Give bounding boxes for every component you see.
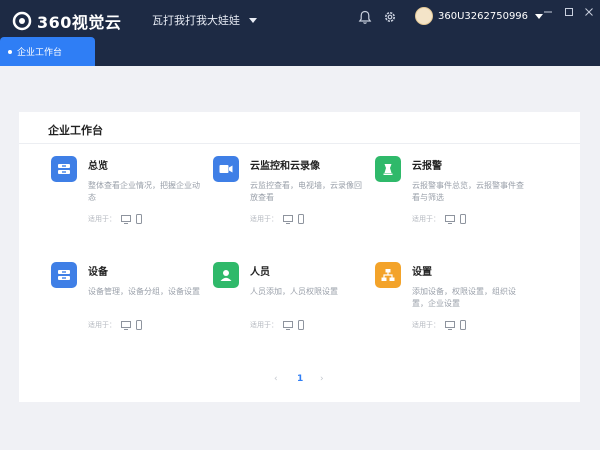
minimize-icon[interactable] [542,6,554,18]
desktop-icon [283,320,293,330]
desktop-icon [121,320,131,330]
applies-label: 适用于： [412,321,440,329]
pagination-prev-button[interactable]: ‹ [274,374,278,384]
applies-to: 适用于： [88,214,142,224]
close-icon[interactable] [583,6,595,18]
user-menu[interactable]: 360U3262750996 [415,7,544,25]
workspace-item-overview[interactable]: 总览 整体查看企业情况，把握企业动态 适用于： [51,156,206,256]
logo-text: 360视觉云 [37,13,122,32]
alarm-icon [375,156,401,182]
desktop-icon [283,214,293,224]
org-selector[interactable]: 瓦打我打我大娃娃 [152,12,257,28]
item-name: 设备 [88,267,108,278]
pagination-next-button[interactable]: › [320,374,324,384]
item-name: 云监控和云录像 [250,161,320,172]
applies-label: 适用于： [412,215,440,223]
tab-dot [8,49,12,54]
device-icon [51,262,77,288]
settings-org-icon [375,262,401,288]
camera-icon [213,156,239,182]
divider [19,143,580,144]
item-name: 总览 [88,161,108,172]
item-name: 设置 [412,267,432,278]
mobile-icon [136,320,142,330]
workspace-item-device[interactable]: 设备 设备管理，设备分组，设备设置 适用于： [51,262,206,362]
item-desc: 云报警事件总览，云报警事件查看与筛选 [412,181,524,202]
applies-label: 适用于： [250,215,278,223]
mobile-icon [460,214,466,224]
maximize-icon[interactable] [563,6,575,18]
workspace-card: 企业工作台 总览 整体查看企业情况，把握企业动态 适用于： 云监控和云录像 云监… [19,112,580,402]
item-name: 云报警 [412,161,442,172]
applies-to: 适用于： [88,320,142,330]
workspace-item-settings[interactable]: 设置 添加设备，权限设置，组织设置，企业设置 适用于： [375,262,530,362]
app-header: 360视觉云 瓦打我打我大娃娃 360U3262750996 企业工作台 [0,0,600,66]
item-desc: 人员添加，人员权限设置 [250,287,338,296]
desktop-icon [445,214,455,224]
applies-label: 适用于： [88,321,116,329]
item-desc: 添加设备，权限设置，组织设置，企业设置 [412,287,516,308]
logo: 360视觉云 [12,9,121,33]
mobile-icon [460,320,466,330]
org-name: 瓦打我打我大娃娃 [152,14,240,27]
person-icon [213,262,239,288]
workspace-item-cloud-monitor[interactable]: 云监控和云录像 云监控查看，电视墙，云录像回放查看 适用于： [213,156,368,256]
username: 360U3262750996 [438,10,529,22]
tab-workspace[interactable]: 企业工作台 [0,37,95,66]
pagination-page-1[interactable]: 1 [297,374,303,384]
applies-label: 适用于： [250,321,278,329]
tab-label: 企业工作台 [17,48,63,58]
item-name: 人员 [250,267,270,278]
item-desc: 设备管理，设备分组，设备设置 [88,287,200,296]
gear-icon[interactable] [383,10,397,24]
mobile-icon [298,214,304,224]
desktop-icon [121,214,131,224]
workspace-item-personnel[interactable]: 人员 人员添加，人员权限设置 适用于： [213,262,368,362]
desktop-icon [445,320,455,330]
item-desc: 整体查看企业情况，把握企业动态 [88,181,200,202]
workspace-item-cloud-alarm[interactable]: 云报警 云报警事件总览，云报警事件查看与筛选 适用于： [375,156,530,256]
applies-to: 适用于： [250,214,304,224]
mobile-icon [298,320,304,330]
overview-icon [51,156,77,182]
page-title: 企业工作台 [48,124,103,137]
applies-to: 适用于： [412,214,466,224]
bell-icon[interactable] [358,10,372,25]
mobile-icon [136,214,142,224]
applies-to: 适用于： [250,320,304,330]
item-desc: 云监控查看，电视墙，云录像回放查看 [250,181,362,202]
chevron-down-icon [249,17,257,23]
avatar [415,7,433,25]
applies-to: 适用于： [412,320,466,330]
applies-label: 适用于： [88,215,116,223]
logo-icon [12,11,32,31]
